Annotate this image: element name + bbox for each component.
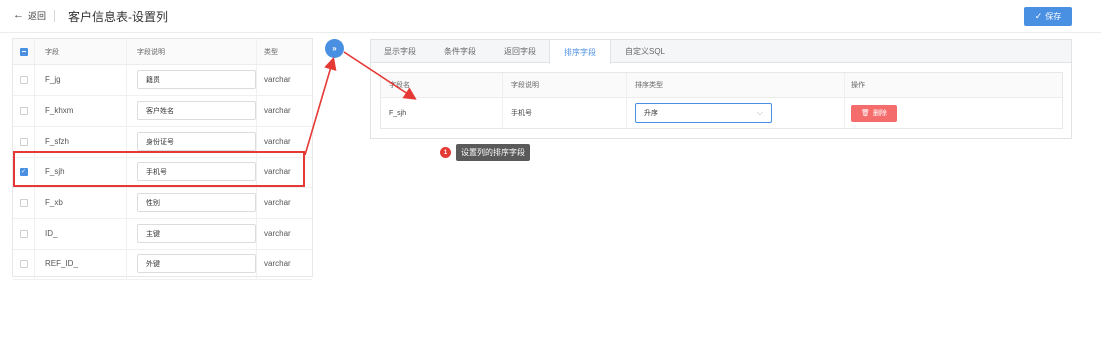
- tab-condition-fields[interactable]: 条件字段: [429, 40, 491, 63]
- row-checkbox[interactable]: [19, 259, 28, 268]
- field-desc-input[interactable]: 身份证号: [137, 132, 256, 152]
- row-checkbox[interactable]: [19, 137, 28, 146]
- row-checkbox[interactable]: [19, 75, 28, 84]
- sort-table-header: 字段名 字段说明 排序类型 操作: [381, 73, 1062, 98]
- column-header-desc: 字段说明: [503, 73, 627, 97]
- table-row: F_sfzh 身份证号 varchar: [13, 127, 312, 158]
- back-button[interactable]: ← 返回: [13, 9, 46, 22]
- sort-field-table: 字段名 字段说明 排序类型 操作 F_sjh 手机号 升序 ⌵ 🗑 删除: [380, 72, 1063, 129]
- page-title: 客户信息表-设置列: [68, 10, 168, 24]
- row-checkbox[interactable]: [19, 106, 28, 115]
- field-desc-input[interactable]: 外键: [137, 254, 256, 274]
- tab-bar: 显示字段 条件字段 返回字段 排序字段 自定义SQL: [371, 40, 1071, 64]
- tab-display-fields[interactable]: 显示字段: [371, 40, 429, 63]
- table-row: ID_ 主键 varchar: [13, 219, 312, 250]
- field-name: F_sfzh: [35, 127, 127, 157]
- field-table-header: 字段 字段说明 类型: [13, 39, 312, 65]
- field-desc-input[interactable]: 手机号: [137, 162, 256, 182]
- field-type: varchar: [264, 75, 291, 85]
- column-header-action: 操作: [851, 82, 865, 89]
- field-type: varchar: [264, 106, 291, 116]
- field-type: varchar: [264, 198, 291, 208]
- column-header-desc: 字段说明: [127, 39, 257, 64]
- page-header: ← 返回 客户信息表-设置列 ✓ 保存: [0, 0, 1101, 32]
- field-name: F_xb: [35, 188, 127, 218]
- table-row: F_jg 籍贯 varchar: [13, 65, 312, 96]
- back-label: 返回: [28, 11, 47, 21]
- field-table: 字段 字段说明 类型 F_jg 籍贯 varchar F_khxm 客户姓名 varcha…: [12, 38, 313, 280]
- field-type: varchar: [264, 259, 291, 269]
- field-name: REF_ID_: [35, 249, 127, 279]
- field-type: varchar: [264, 137, 291, 147]
- trash-icon: 🗑: [861, 110, 870, 117]
- field-type: varchar: [264, 229, 291, 239]
- tab-return-fields[interactable]: 返回字段: [491, 40, 549, 63]
- sort-type-value: 升序: [644, 110, 658, 117]
- delete-label: 删除: [872, 110, 887, 117]
- annotation-number-badge: 1: [440, 147, 451, 158]
- header-separator: [0, 32, 1101, 33]
- arrow-left-icon: ←: [13, 9, 24, 21]
- table-row: REF_ID_ 外键 varchar: [13, 249, 312, 280]
- table-row: F_khxm 客户姓名 varchar: [13, 96, 312, 127]
- save-button[interactable]: ✓ 保存: [1024, 7, 1072, 26]
- field-desc-input[interactable]: 主键: [137, 224, 256, 244]
- field-desc-input[interactable]: 性别: [137, 193, 256, 213]
- sort-type-select[interactable]: 升序 ⌵: [635, 103, 772, 123]
- delete-button[interactable]: 🗑 删除: [851, 104, 897, 122]
- sort-field-desc: 手机号: [503, 98, 627, 128]
- column-header-name: 字段名: [381, 73, 503, 97]
- row-checkbox[interactable]: ✓: [19, 167, 28, 176]
- chevron-down-icon: ⌵: [756, 108, 763, 117]
- field-name: F_khxm: [35, 96, 127, 126]
- field-name: F_sjh: [35, 157, 127, 187]
- field-type: varchar: [264, 167, 291, 177]
- sort-field-name: F_sjh: [381, 98, 503, 128]
- move-to-sort-button[interactable]: »: [325, 39, 344, 58]
- header-divider: [54, 10, 55, 22]
- table-row: ✓ F_sjh 手机号 varchar: [13, 157, 312, 188]
- row-checkbox[interactable]: [19, 229, 28, 238]
- field-desc-input[interactable]: 客户姓名: [137, 101, 256, 121]
- annotation-callout: 1 设置列的排序字段: [440, 144, 530, 161]
- column-header-sort-type: 排序类型: [627, 73, 845, 97]
- select-all-checkbox[interactable]: [19, 47, 28, 56]
- save-label: 保存: [1045, 12, 1062, 21]
- field-desc-input[interactable]: 籍贯: [137, 70, 256, 90]
- column-header-field: 字段: [35, 39, 127, 64]
- column-header-type: 类型: [264, 48, 278, 56]
- config-panel: 显示字段 条件字段 返回字段 排序字段 自定义SQL 字段名 字段说明 排序类型…: [370, 39, 1072, 139]
- table-row: F_xb 性别 varchar: [13, 188, 312, 219]
- annotation-tooltip: 设置列的排序字段: [456, 144, 530, 161]
- row-checkbox[interactable]: [19, 198, 28, 207]
- table-row: F_sjh 手机号 升序 ⌵ 🗑 删除: [381, 98, 1062, 128]
- field-name: F_jg: [35, 65, 127, 95]
- tab-sort-fields[interactable]: 排序字段: [549, 40, 611, 64]
- field-name: ID_: [35, 219, 127, 249]
- check-icon: ✓: [1034, 11, 1043, 21]
- tab-custom-sql[interactable]: 自定义SQL: [611, 40, 679, 63]
